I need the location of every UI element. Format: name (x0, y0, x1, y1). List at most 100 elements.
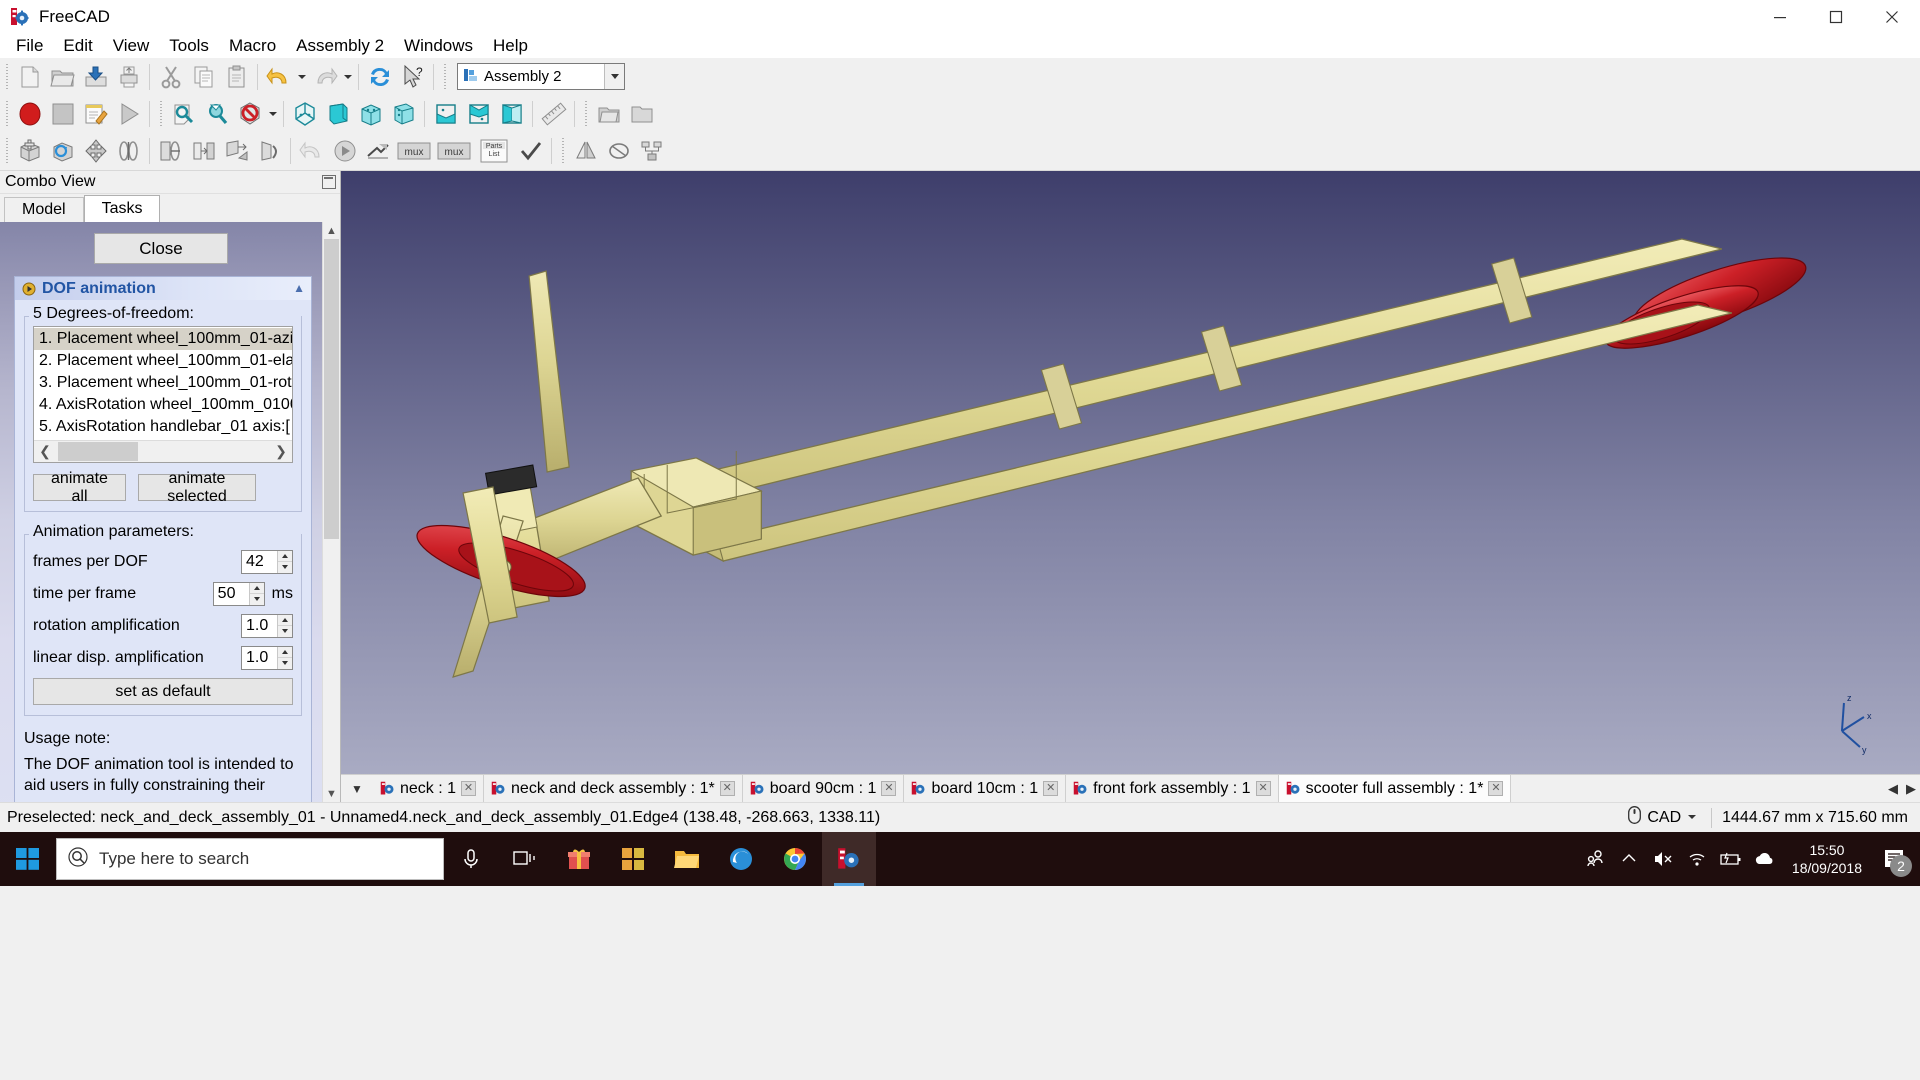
stepper-arrows[interactable] (277, 614, 292, 637)
macro-execute-icon[interactable] (112, 97, 145, 130)
close-icon[interactable]: ✕ (1488, 781, 1504, 796)
tab-scroll-right-icon[interactable]: ▶ (1902, 775, 1920, 803)
3d-viewport[interactable]: x y z ▼ neck : 1 ✕ neck and deck assembl… (341, 171, 1920, 802)
open-folder-icon[interactable] (625, 97, 658, 130)
scroll-right-arrow-icon[interactable]: ❯ (270, 441, 292, 462)
people-icon[interactable] (1578, 832, 1612, 886)
constraint-axis-plane-icon[interactable] (154, 134, 187, 167)
document-tab-neck[interactable]: neck : 1 ✕ (373, 775, 485, 802)
bottom-view-icon[interactable] (462, 97, 495, 130)
scrollbar-thumb[interactable] (324, 239, 339, 539)
stepper-arrows[interactable] (277, 550, 292, 573)
set-as-default-button[interactable]: set as default (33, 678, 293, 705)
close-icon[interactable]: ✕ (719, 781, 735, 796)
list-item[interactable]: 4. AxisRotation wheel_100mm_0100 (34, 394, 292, 416)
document-tab-front-fork-assembly[interactable]: front fork assembly : 1 ✕ (1066, 775, 1279, 802)
toolbar-grip[interactable] (559, 137, 566, 164)
linear-disp-amplification-value[interactable]: 1.0 (242, 647, 277, 669)
macro-record-icon[interactable] (13, 97, 46, 130)
navigation-style-selector[interactable]: CAD (1624, 806, 1701, 829)
stepper-up-icon[interactable] (278, 550, 292, 562)
redo-icon[interactable] (308, 60, 341, 93)
undo-icon[interactable] (262, 60, 295, 93)
front-view-icon[interactable] (321, 97, 354, 130)
gift-app-button[interactable] (552, 832, 606, 886)
volume-muted-icon[interactable] (1646, 832, 1680, 886)
edge-browser-button[interactable] (714, 832, 768, 886)
macro-edit-icon[interactable] (79, 97, 112, 130)
rotation-amplification-stepper[interactable]: 1.0 (241, 613, 293, 638)
add-part-icon[interactable] (13, 134, 46, 167)
stepper-arrows[interactable] (277, 646, 292, 669)
menu-item-tools[interactable]: Tools (159, 34, 219, 58)
right-view-icon[interactable] (387, 97, 420, 130)
scrollbar-thumb[interactable] (58, 442, 138, 461)
time-per-frame-value[interactable]: 50 (214, 583, 249, 605)
redo-dropdown-arrow[interactable] (341, 60, 354, 93)
tab-tasks[interactable]: Tasks (83, 195, 161, 222)
wifi-icon[interactable] (1680, 832, 1714, 886)
parts-list-icon[interactable]: Parts List (474, 134, 514, 167)
task-panel-vertical-scrollbar[interactable]: ▲ ▼ (322, 222, 340, 802)
stepper-down-icon[interactable] (278, 562, 292, 573)
document-tab-neck-and-deck-assembly[interactable]: neck and deck assembly : 1* ✕ (484, 775, 743, 802)
animate-all-button[interactable]: animate all (33, 470, 126, 505)
show-hidden-icons-icon[interactable] (1612, 832, 1646, 886)
chevron-up-icon[interactable]: ▲ (293, 282, 305, 294)
stepper-down-icon[interactable] (278, 626, 292, 637)
scroll-left-arrow-icon[interactable]: ❮ (34, 441, 56, 462)
windows-start-icon[interactable] (0, 832, 56, 886)
stepper-down-icon[interactable] (249, 594, 264, 605)
cortana-button[interactable] (444, 832, 498, 886)
onedrive-cloud-icon[interactable] (1748, 832, 1782, 886)
stepper-up-icon[interactable] (249, 582, 264, 594)
measure-icon[interactable] (537, 97, 570, 130)
close-icon[interactable]: ✕ (1043, 781, 1059, 796)
fit-selection-icon[interactable] (200, 97, 233, 130)
tab-model[interactable]: Model (4, 197, 84, 222)
frames-per-dof-value[interactable]: 42 (242, 551, 277, 573)
scroll-down-arrow-icon[interactable]: ▼ (323, 785, 340, 802)
whats-this-icon[interactable]: ? (396, 60, 429, 93)
microsoft-store-button[interactable] (606, 832, 660, 886)
shape-icon[interactable] (602, 134, 635, 167)
constraint-angle-icon[interactable] (220, 134, 253, 167)
mux2-icon[interactable]: mux (434, 134, 474, 167)
close-button[interactable] (1864, 0, 1920, 33)
menu-item-view[interactable]: View (103, 34, 160, 58)
frames-per-dof-stepper[interactable]: 42 (241, 549, 293, 574)
chrome-browser-button[interactable] (768, 832, 822, 886)
dof-animation-panel-title[interactable]: DOF animation ▲ (15, 277, 311, 300)
constraint-axes-icon[interactable] (112, 134, 145, 167)
scrollbar-track[interactable] (323, 239, 340, 785)
move-part-icon[interactable] (79, 134, 112, 167)
stepper-down-icon[interactable] (278, 658, 292, 669)
list-item[interactable]: 2. Placement wheel_100mm_01-elav (34, 350, 292, 372)
time-per-frame-stepper[interactable]: 50 (212, 581, 265, 606)
dof-list[interactable]: 1. Placement wheel_100mm_01-azim 2. Plac… (33, 326, 293, 463)
menu-item-help[interactable]: Help (483, 34, 538, 58)
linear-disp-amplification-stepper[interactable]: 1.0 (241, 645, 293, 670)
search-input[interactable]: Type here to search (56, 838, 444, 880)
taskbar-clock[interactable]: 15:50 18/09/2018 (1782, 832, 1872, 886)
toolbar-grip[interactable] (441, 63, 448, 90)
workbench-selector[interactable]: Assembly 2 (457, 63, 625, 90)
toolbar-grip[interactable] (3, 137, 10, 164)
list-item[interactable]: 3. Placement wheel_100mm_01-rota (34, 372, 292, 394)
toolbar-grip[interactable] (3, 63, 10, 90)
menu-item-edit[interactable]: Edit (53, 34, 102, 58)
tab-scroll-left-icon[interactable]: ◀ (1884, 775, 1902, 803)
3d-scene[interactable]: x y z (341, 171, 1920, 802)
minimize-button[interactable] (1752, 0, 1808, 33)
list-item[interactable]: 5. AxisRotation handlebar_01 axis:[ - (34, 416, 292, 438)
menu-item-assembly-2[interactable]: Assembly 2 (286, 34, 394, 58)
isometric-view-icon[interactable] (288, 97, 321, 130)
paste-icon[interactable] (220, 60, 253, 93)
close-icon[interactable]: ✕ (881, 781, 897, 796)
close-task-button[interactable]: Close (94, 233, 228, 264)
chevron-down-icon[interactable] (604, 64, 624, 89)
copy-icon[interactable] (187, 60, 220, 93)
constraint-plane-icon[interactable] (187, 134, 220, 167)
open-document-icon[interactable] (46, 60, 79, 93)
close-icon[interactable]: ✕ (1255, 781, 1271, 796)
